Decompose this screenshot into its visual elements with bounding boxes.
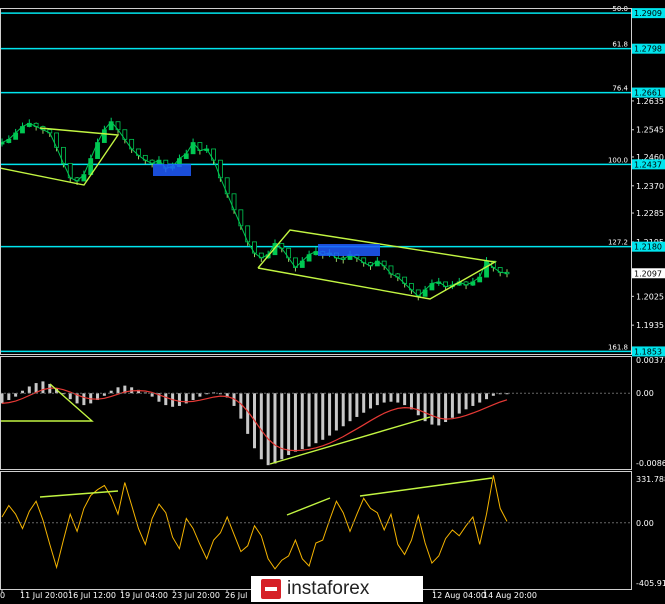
x-tick-label: 23 Jul 20:00 [172, 591, 220, 600]
macd-bar [14, 393, 18, 397]
fib-ratio-label: 100.0 [608, 156, 628, 164]
x-tick-label: 16 Jul 12:00 [68, 591, 116, 600]
instaforex-badge: instaforex [251, 576, 423, 602]
cci-tick-label: 0.00 [636, 519, 654, 528]
macd-bar [334, 393, 338, 431]
x-tick-label: 11 Jul 20:00 [20, 591, 68, 600]
macd-tick-label: -0.00863 [636, 459, 665, 468]
cci-trendline-2 [286, 497, 331, 516]
cci-tick-label: -405.918 [636, 579, 665, 588]
macd-bar [307, 393, 311, 447]
macd-bar [348, 393, 352, 422]
macd-bar [382, 393, 386, 403]
fib-price-label: 1.2909 [634, 9, 662, 18]
panel-frame-3 [0, 471, 632, 590]
macd-bar [266, 393, 270, 466]
blue-signal-box [153, 164, 191, 176]
macd-bar [375, 393, 379, 406]
price-tick-label: 1.2370 [636, 182, 664, 191]
macd-bar [416, 393, 420, 416]
macd-bar [457, 393, 461, 414]
price-tick-label: 1.2285 [636, 209, 664, 218]
fib-ratio-label: 50.0 [612, 5, 628, 13]
macd-tick-label: 0.00373 [636, 356, 665, 365]
macd-bar [362, 393, 366, 413]
price-tick-label: 1.1935 [636, 321, 664, 330]
macd-bar [41, 381, 45, 394]
blue-signal-box [318, 244, 380, 256]
fib-ratio-label: 61.8 [612, 41, 628, 49]
fib-ratio-label: 76.4 [612, 85, 628, 93]
macd-bar [369, 393, 373, 409]
macd-bar [287, 393, 291, 456]
macd-bar [321, 393, 325, 440]
instaforex-logo-icon [261, 579, 281, 599]
macd-bar [300, 393, 304, 450]
macd-tick-label: 0.00 [636, 389, 654, 398]
panel-frame-1 [0, 8, 632, 355]
chart-svg: 1.29091.27981.26351.25451.24601.23701.22… [0, 5, 665, 600]
cci-trendline-1 [39, 490, 119, 498]
x-tick-label: 14 Aug 20:00 [483, 591, 537, 600]
macd-bar [239, 393, 243, 419]
cci-trendline-3 [359, 477, 493, 497]
macd-bar [355, 393, 359, 417]
macd-bar [437, 393, 441, 426]
macd-bar [409, 393, 413, 410]
price-tick-label: 1.2545 [636, 126, 664, 135]
macd-bar [444, 393, 448, 423]
macd-bar [328, 393, 332, 436]
macd-bar [68, 393, 72, 400]
price-path [1, 120, 508, 297]
macd-bar [478, 393, 482, 403]
macd-bar [116, 387, 120, 394]
macd-bar [471, 393, 475, 406]
macd-bar [314, 393, 318, 444]
macd-bar [464, 393, 468, 410]
fib-ratio-label: 161.8 [608, 343, 628, 351]
macd-bar [259, 393, 263, 460]
macd-bar [82, 393, 86, 406]
macd-bar [150, 393, 154, 397]
macd-bar [396, 393, 400, 403]
fib-price-label: 1.2798 [634, 45, 662, 54]
current-price-label: 1.2097 [634, 269, 662, 278]
price-tick-label: 1.2635 [636, 97, 664, 106]
x-tick-label: 19 Jul 04:00 [120, 591, 168, 600]
macd-bar [389, 393, 393, 402]
x-tick-label: 12 Aug 04:00 [432, 591, 486, 600]
macd-bar [7, 393, 11, 401]
fib-price-label: 1.2437 [634, 160, 662, 169]
macd-bar [485, 393, 489, 400]
macd-bar [403, 393, 407, 406]
macd-bar [198, 393, 202, 397]
chart-window: { "chart_data": [ { "type": "candlestick… [0, 0, 665, 604]
instaforex-label: instaforex [287, 578, 370, 599]
macd-bar [191, 393, 195, 401]
fib-ratio-label: 127.2 [608, 239, 628, 247]
fib-price-label: 1.2661 [634, 89, 662, 98]
macd-bar [430, 393, 434, 425]
price-tick-label: 1.2025 [636, 292, 664, 301]
cci-tick-label: 331.7881 [636, 475, 665, 484]
macd-bar [164, 393, 168, 406]
macd-bar [293, 393, 297, 452]
macd-bar [450, 393, 454, 418]
fib-price-label: 1.2180 [634, 243, 662, 252]
macd-bar [177, 393, 181, 406]
macd-bar [27, 386, 31, 394]
macd-bar [341, 393, 345, 427]
macd-bar [423, 393, 427, 422]
x-tick-label: 0 [0, 591, 5, 600]
x-tick-label: 26 Jul [225, 591, 247, 600]
cci-line [1, 475, 508, 570]
macd-bar [273, 393, 277, 464]
